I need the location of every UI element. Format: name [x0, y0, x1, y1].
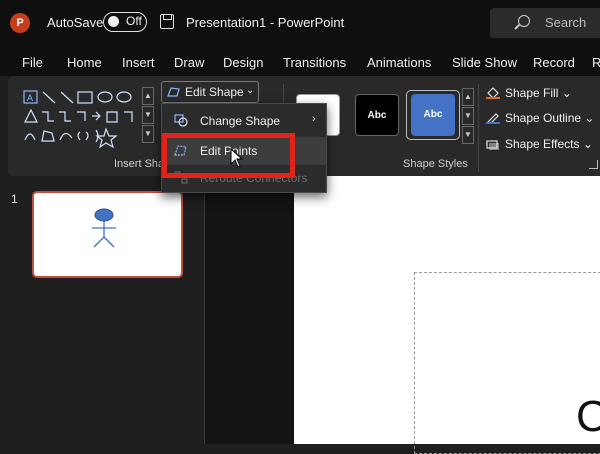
tab-animations[interactable]: Animations [367, 55, 431, 70]
edit-shape-icon [167, 87, 180, 97]
slide-placeholder[interactable] [414, 272, 600, 454]
highlight-box [162, 133, 295, 178]
gallery-scroll-up[interactable]: ▲ [142, 87, 154, 105]
mouse-cursor-icon [230, 148, 244, 168]
document-title: Presentation1 - PowerPoint [186, 15, 345, 30]
group-label-insert-shapes: Insert Sha [114, 158, 165, 170]
change-shape-icon [174, 114, 188, 127]
tab-insert[interactable]: Insert [122, 55, 155, 70]
tab-slide-show[interactable]: Slide Show [452, 55, 517, 70]
edit-shape-label: Edit Shape [185, 85, 244, 99]
save-icon[interactable] [160, 14, 174, 29]
toggle-knob [108, 16, 119, 27]
shape-effects-icon [486, 140, 499, 150]
autosave-toggle[interactable]: Off [103, 12, 147, 32]
stick-figure-icon [92, 208, 116, 248]
style-preset-black[interactable]: Abc [355, 94, 399, 136]
slide-thumbnail[interactable] [32, 191, 183, 278]
slide-number: 1 [11, 192, 18, 206]
tab-record[interactable]: Record [533, 55, 575, 70]
styles-scroll-up[interactable]: ▲ [462, 88, 474, 106]
gallery-scroll-down[interactable]: ▼ [142, 106, 154, 124]
group-label-shape-styles: Shape Styles [403, 158, 468, 170]
chevron-down-icon: ⌄ [246, 85, 255, 96]
shape-gallery[interactable]: A [22, 88, 140, 150]
shape-fill-label: Shape Fill [505, 86, 559, 100]
powerpoint-logo-icon: P [10, 13, 30, 33]
menu-item-label: Change Shape [200, 114, 281, 128]
tab-home[interactable]: Home [67, 55, 102, 70]
slide-text[interactable]: C [576, 392, 600, 442]
styles-scroll-down[interactable]: ▼ [462, 107, 474, 125]
tab-design[interactable]: Design [223, 55, 263, 70]
chevron-right-icon: › [312, 113, 316, 125]
shape-effects-label: Shape Effects [505, 137, 580, 151]
style-preset-blue[interactable]: Abc [411, 94, 455, 136]
tab-overflow[interactable]: R [592, 55, 600, 70]
styles-more[interactable]: ▼ [462, 126, 474, 144]
search-icon [518, 15, 530, 27]
search-input[interactable]: Search [545, 15, 586, 30]
svg-text:A: A [27, 93, 33, 103]
shape-outline-button[interactable]: Shape Outline ⌄ [486, 111, 594, 125]
dialog-launcher-icon[interactable] [589, 160, 598, 169]
shape-outline-label: Shape Outline [505, 111, 582, 125]
tab-draw[interactable]: Draw [174, 55, 204, 70]
tab-file[interactable]: File [22, 55, 43, 70]
menu-item-change-shape[interactable]: Change Shape › [162, 107, 326, 135]
edit-shape-button[interactable]: Edit Shape ⌄ [161, 81, 259, 103]
autosave-label: AutoSave [47, 15, 104, 30]
paint-bucket-icon [486, 87, 500, 99]
group-divider [478, 84, 479, 172]
autosave-state: Off [126, 14, 142, 28]
gallery-more[interactable]: ▼ [142, 125, 154, 143]
tab-transitions[interactable]: Transitions [283, 55, 346, 70]
pen-icon [486, 113, 500, 124]
shape-effects-button[interactable]: Shape Effects ⌄ [486, 137, 593, 151]
shape-fill-button[interactable]: Shape Fill ⌄ [486, 86, 572, 100]
